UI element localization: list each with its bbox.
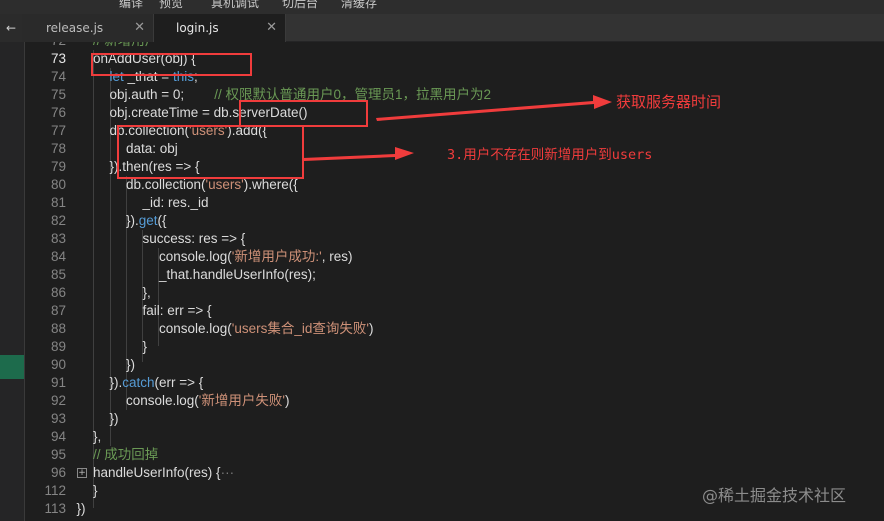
arrow-new-user: [303, 147, 414, 161]
annotation-new-user: 3.用户不存在则新增用户到users: [447, 147, 653, 163]
watermark: @稀土掘金技术社区: [702, 486, 847, 505]
annotation-overlay: [91, 53, 612, 179]
arrow-server-time: [376, 95, 612, 121]
highlight-box-onadduser: [91, 53, 252, 76]
highlight-box-add-user: [117, 125, 304, 179]
highlight-box-serverdate: [239, 100, 368, 127]
annotation-server-time: 获取服务器时间: [616, 93, 722, 111]
